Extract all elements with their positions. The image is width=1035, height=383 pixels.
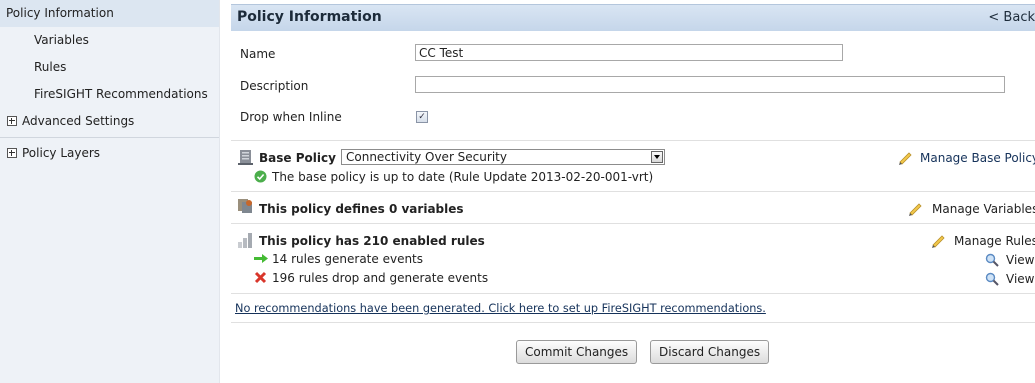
pencil-icon[interactable] (907, 200, 923, 216)
rules-drop-events: 196 rules drop and generate events (272, 271, 489, 285)
sidebar: Policy Information Variables Rules FireS… (0, 0, 220, 383)
magnifier-icon[interactable] (985, 272, 999, 286)
divider (231, 191, 1035, 192)
expand-icon[interactable] (7, 116, 17, 126)
manage-variables-link[interactable]: Manage Variables (932, 202, 1035, 216)
sidebar-divider (0, 137, 219, 138)
sidebar-item-firesight-recommendations[interactable]: FireSIGHT Recommendations (0, 81, 219, 108)
arrow-right-icon (254, 254, 268, 263)
x-icon (254, 271, 267, 284)
divider (231, 140, 1035, 141)
sidebar-item-label: Advanced Settings (22, 114, 135, 128)
drop-when-inline-checkbox[interactable]: ✓ (416, 111, 428, 123)
discard-changes-button[interactable]: Discard Changes (650, 340, 770, 364)
sidebar-item-label: Policy Layers (22, 146, 101, 160)
base-policy-select[interactable]: Connectivity Over Security (341, 149, 665, 165)
magnifier-icon[interactable] (985, 253, 999, 267)
name-field[interactable] (415, 44, 843, 61)
pencil-icon[interactable] (930, 232, 946, 248)
view-drop-link[interactable]: View (1006, 272, 1034, 286)
divider (231, 293, 1035, 294)
sidebar-item-advanced-settings[interactable]: Advanced Settings (0, 108, 219, 135)
recommendations-link[interactable]: No recommendations have been generated. … (235, 302, 766, 315)
base-policy-label: Base Policy (259, 151, 336, 165)
sidebar-item-rules[interactable]: Rules (0, 54, 219, 81)
name-label: Name (240, 47, 276, 61)
page-title: Policy Information (237, 9, 382, 25)
panel-header: Policy Information < Back (231, 4, 1035, 31)
rules-bar-chart-icon (238, 233, 252, 248)
view-generate-link[interactable]: View (1006, 253, 1034, 267)
drop-when-inline-label: Drop when Inline (240, 110, 342, 124)
variables-icon (238, 199, 252, 213)
rules-summary: This policy has 210 enabled rules (259, 234, 485, 248)
variables-summary: This policy defines 0 variables (259, 202, 464, 216)
base-policy-status: The base policy is up to date (Rule Upda… (272, 170, 654, 184)
divider (231, 223, 1035, 224)
description-field[interactable] (415, 76, 1005, 93)
divider (231, 322, 1035, 323)
chevron-down-icon[interactable] (651, 151, 663, 163)
sidebar-item-variables[interactable]: Variables (0, 27, 219, 54)
sidebar-item-policy-information[interactable]: Policy Information (0, 0, 219, 27)
manage-base-policy-link[interactable]: Manage Base Policy (920, 151, 1035, 165)
commit-changes-button[interactable]: Commit Changes (516, 340, 638, 364)
expand-icon[interactable] (7, 148, 17, 158)
rules-generate-events: 14 rules generate events (272, 252, 424, 266)
pencil-icon[interactable] (897, 149, 913, 165)
base-policy-selected: Connectivity Over Security (346, 150, 507, 164)
description-label: Description (240, 79, 309, 93)
back-link[interactable]: < Back (988, 10, 1035, 25)
check-circle-icon (254, 170, 267, 183)
manage-rules-link[interactable]: Manage Rules (954, 234, 1035, 248)
main-panel: Policy Information < Back Name Descripti… (231, 4, 1035, 383)
policy-icon (238, 150, 253, 165)
sidebar-item-policy-layers[interactable]: Policy Layers (0, 140, 219, 167)
